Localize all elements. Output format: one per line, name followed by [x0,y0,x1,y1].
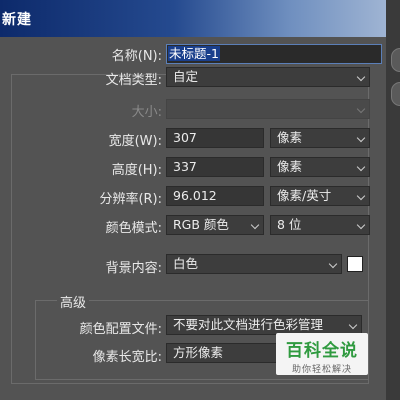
chevron-down-icon [356,220,366,230]
background-value: 白色 [173,256,199,271]
chevron-down-icon [356,191,366,201]
resolution-value: 96.012 [173,188,217,203]
bit-depth-select[interactable]: 8 位 [270,215,370,235]
cancel-button[interactable] [391,82,400,106]
name-label: 名称(N): [111,49,162,64]
width-label: 宽度(W): [108,134,162,149]
resolution-label: 分辨率(R): [99,192,162,207]
background-select[interactable]: 白色 [166,254,342,274]
chevron-down-icon [250,220,260,230]
name-value: 未标题-1 [168,46,220,61]
width-input[interactable]: 307 [166,128,264,148]
width-unit-value: 像素 [277,130,303,145]
chevron-down-icon [356,162,366,172]
chevron-down-icon [328,259,338,269]
height-label: 高度(H): [111,163,162,178]
color-mode-value: RGB 颜色 [173,217,229,232]
watermark-logo: 百科全说 助你轻松解决 [276,333,368,375]
background-label: 背景内容: [105,261,162,276]
new-document-dialog: 新建 名称(N): 未标题-1 文档类型: 自定 大小: 宽度(W): 307 … [0,0,387,400]
size-label: 大小: [131,105,162,120]
dialog-titlebar[interactable]: 新建 [0,0,386,37]
resolution-input[interactable]: 96.012 [166,186,264,206]
width-unit-select[interactable]: 像素 [270,128,370,148]
width-value: 307 [173,130,197,145]
name-input[interactable]: 未标题-1 [166,44,382,64]
pixel-aspect-value: 方形像素 [173,345,224,360]
ok-button[interactable] [391,48,400,72]
height-unit-select[interactable]: 像素 [270,157,370,177]
background-color-swatch[interactable] [347,256,363,272]
height-unit-value: 像素 [277,159,303,174]
resolution-unit-value: 像素/英寸 [277,188,332,203]
doc-type-select[interactable]: 自定 [166,67,370,87]
color-profile-select[interactable]: 不要对此文档进行色彩管理 [166,315,362,335]
pixel-aspect-label: 像素长宽比: [92,350,162,365]
color-profile-value: 不要对此文档进行色彩管理 [173,317,324,332]
chevron-down-icon [348,320,358,330]
bit-depth-value: 8 位 [277,217,302,232]
resolution-unit-select[interactable]: 像素/英寸 [270,186,370,206]
color-mode-select[interactable]: RGB 颜色 [166,215,264,235]
doc-type-value: 自定 [173,69,199,84]
watermark-sub: 助你轻松解决 [291,365,352,375]
height-input[interactable]: 337 [166,157,264,177]
size-select[interactable] [166,99,370,119]
advanced-title: 高级 [57,292,90,311]
color-mode-label: 颜色模式: [105,221,162,236]
dialog-title: 新建 [2,12,32,28]
height-value: 337 [173,159,197,174]
watermark-main: 百科全说 [286,341,358,361]
color-profile-label: 颜色配置文件: [79,322,162,337]
chevron-down-icon [356,133,366,143]
chevron-down-icon [356,104,366,114]
chevron-down-icon [356,72,366,82]
doc-type-label: 文档类型: [105,73,162,88]
